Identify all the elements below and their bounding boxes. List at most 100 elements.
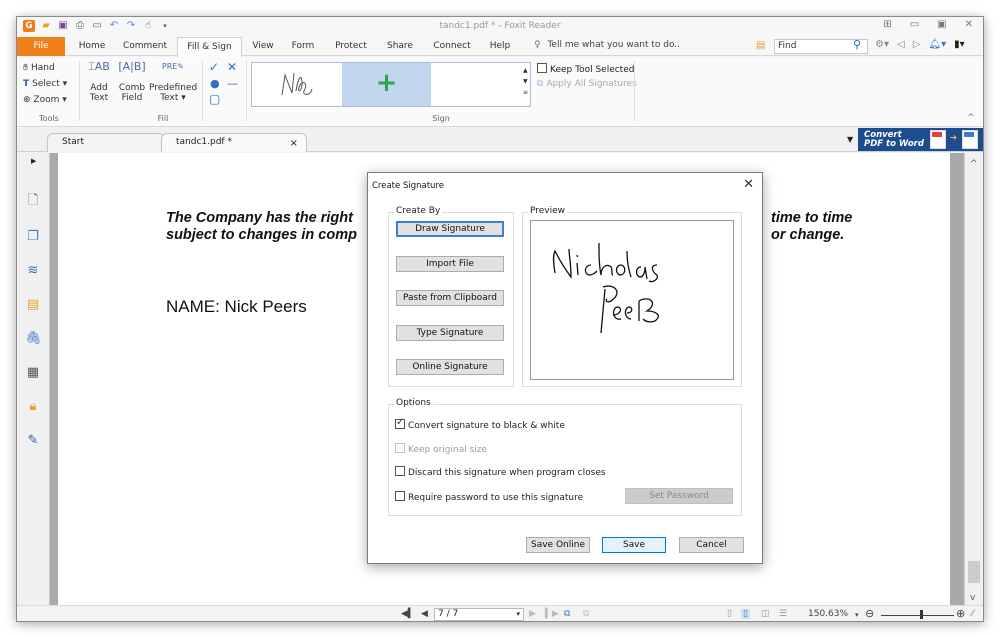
tab-view[interactable]: View bbox=[247, 37, 279, 56]
close-tab-icon[interactable]: × bbox=[290, 135, 298, 152]
expand-panel-icon[interactable]: ▶ bbox=[31, 157, 36, 165]
discard-on-close-option[interactable]: Discard this signature when program clos… bbox=[395, 466, 606, 478]
cross-icon[interactable]: ✕ bbox=[227, 60, 237, 74]
first-page-icon[interactable]: ◀▍ bbox=[401, 609, 415, 619]
settings-icon[interactable]: ⚙▾ bbox=[875, 39, 889, 50]
scroll-up-icon[interactable]: ^ bbox=[970, 159, 978, 169]
gallery-down-icon[interactable]: ▼ bbox=[523, 78, 528, 85]
resize-grip-icon[interactable]: ⁄⁄ bbox=[971, 609, 974, 619]
save-button[interactable]: Save bbox=[602, 537, 666, 553]
cancel-button[interactable]: Cancel bbox=[679, 537, 744, 553]
window-title: tandc1.pdf * - Foxit Reader bbox=[439, 21, 561, 31]
next-page-icon[interactable]: ▶ bbox=[529, 609, 536, 619]
pages-icon[interactable]: ❐ bbox=[25, 229, 41, 245]
checkbox-icon[interactable] bbox=[395, 491, 405, 501]
find-folder-icon[interactable]: ▤ bbox=[756, 40, 765, 51]
box-icon[interactable]: ▢ bbox=[209, 92, 220, 106]
account-icon[interactable]: ▮▾ bbox=[954, 39, 965, 50]
tab-start[interactable]: Start bbox=[47, 133, 165, 152]
continuous-facing-icon[interactable]: ☰ bbox=[779, 609, 787, 619]
zoom-slider-handle[interactable] bbox=[920, 610, 924, 619]
tab-connect[interactable]: Connect bbox=[427, 37, 477, 56]
vertical-scrollbar[interactable]: ^ v bbox=[964, 153, 983, 605]
notification-icon[interactable]: 🔔︎▾ bbox=[928, 39, 946, 50]
predefined-text-button[interactable]: PRE✎ Predefined Text ▾ bbox=[149, 62, 197, 103]
require-password-option[interactable]: Require password to use this signature bbox=[395, 491, 583, 503]
gallery-up-icon[interactable]: ▲ bbox=[523, 67, 528, 74]
tab-form[interactable]: Form bbox=[285, 37, 321, 56]
dot-icon[interactable]: ● bbox=[210, 77, 220, 90]
tab-share[interactable]: Share bbox=[382, 37, 418, 56]
draw-signature-button[interactable]: Draw Signature bbox=[396, 221, 504, 237]
tab-protect[interactable]: Protect bbox=[329, 37, 373, 56]
gallery-scroll[interactable]: ▲ ▼ ≡ bbox=[523, 65, 528, 98]
sign-group-label: Sign bbox=[432, 114, 450, 123]
tab-home[interactable]: Home bbox=[72, 37, 112, 56]
banner-dropdown-icon[interactable]: ▼ bbox=[847, 135, 853, 144]
security-icon[interactable]: 🔒︎ bbox=[25, 399, 41, 415]
zoom-out-icon[interactable]: ⊖ bbox=[865, 607, 874, 620]
previous-page-icon[interactable]: ◀ bbox=[421, 609, 428, 619]
check-icon[interactable]: ✓ bbox=[209, 60, 219, 74]
options-legend: Options bbox=[394, 398, 433, 408]
collapse-ribbon-icon[interactable]: ^ bbox=[967, 113, 975, 123]
checkbox-checked-icon[interactable] bbox=[395, 417, 405, 429]
previous-view-icon[interactable]: ⧉ bbox=[564, 609, 570, 619]
zoom-tool[interactable]: ⊕ Zoom ▾ bbox=[23, 95, 67, 105]
tab-fill-sign[interactable]: Fill & Sign bbox=[177, 37, 242, 57]
tab-tandc1-pdf[interactable]: tandc1.pdf * × bbox=[161, 133, 307, 152]
set-password-button: Set Password bbox=[625, 488, 733, 504]
forward-icon[interactable]: ▷ bbox=[913, 39, 921, 50]
back-icon[interactable]: ◁ bbox=[897, 39, 905, 50]
tab-comment[interactable]: Comment bbox=[117, 37, 173, 56]
dialog-close-icon[interactable]: ✕ bbox=[743, 177, 754, 192]
signature-thumbnail[interactable] bbox=[252, 63, 342, 106]
line-icon[interactable]: — bbox=[227, 77, 238, 90]
close-icon[interactable]: ✕ bbox=[965, 19, 973, 30]
select-tool[interactable]: T Select ▾ bbox=[23, 79, 67, 89]
tab-file[interactable]: File bbox=[17, 37, 65, 56]
search-icon[interactable]: ⚲ bbox=[853, 38, 861, 51]
save-online-button[interactable]: Save Online bbox=[526, 537, 590, 553]
hand-tool[interactable]: ✋︎ Hand bbox=[23, 63, 55, 73]
add-text-button[interactable]: ⌶AB Add Text bbox=[83, 61, 115, 103]
attachments-icon[interactable]: 🖇︎ bbox=[25, 331, 42, 347]
panel-splitter[interactable] bbox=[50, 153, 58, 605]
next-view-icon[interactable]: ⧉ bbox=[583, 609, 589, 619]
dialog-title: Create Signature bbox=[372, 181, 444, 191]
type-signature-button[interactable]: Type Signature bbox=[396, 325, 504, 341]
zoom-in-icon[interactable]: ⊕ bbox=[956, 607, 965, 620]
add-signature-button[interactable]: + bbox=[342, 63, 431, 106]
convert-pdf-to-word-banner[interactable]: Convert PDF to Word ➔ bbox=[858, 128, 983, 151]
scroll-thumb[interactable] bbox=[968, 561, 980, 583]
restore-icon[interactable]: ▣ bbox=[937, 19, 946, 30]
zoom-level[interactable]: 150.63% bbox=[808, 609, 848, 619]
convert-black-white-option[interactable]: Convert signature to black & white bbox=[395, 417, 565, 431]
comb-field-button[interactable]: [A|B] Comb Field bbox=[117, 61, 147, 103]
apply-all-signatures-button[interactable]: ⧉ Apply All Signatures bbox=[537, 79, 637, 89]
bookmark-icon[interactable]: 🗋︎ bbox=[25, 193, 41, 209]
tile-icon[interactable]: ⊞ bbox=[883, 19, 891, 30]
checkbox-icon[interactable] bbox=[395, 466, 405, 476]
layers-icon[interactable]: ≋ bbox=[25, 263, 41, 279]
gallery-more-icon[interactable]: ≡ bbox=[523, 89, 528, 96]
single-page-icon[interactable]: ▯ bbox=[727, 609, 732, 619]
minimize-icon[interactable]: ▭ bbox=[910, 19, 919, 30]
continuous-page-icon[interactable]: ▯ bbox=[741, 609, 750, 619]
zoom-dropdown-icon[interactable]: ▾ bbox=[855, 611, 859, 619]
zoom-slider[interactable] bbox=[881, 615, 954, 616]
last-page-icon[interactable]: ▍▶ bbox=[545, 609, 559, 619]
digital-id-icon[interactable]: ✎ bbox=[25, 433, 41, 449]
import-file-button[interactable]: Import File bbox=[396, 256, 504, 272]
scroll-down-icon[interactable]: v bbox=[970, 593, 975, 603]
paste-from-clipboard-button[interactable]: Paste from Clipboard bbox=[396, 290, 504, 306]
online-signature-button[interactable]: Online Signature bbox=[396, 359, 504, 375]
tell-me-search[interactable]: ♀ Tell me what you want to do.. bbox=[534, 40, 680, 50]
facing-pages-icon[interactable]: ◫ bbox=[761, 609, 770, 619]
tab-help[interactable]: Help bbox=[484, 37, 516, 56]
page-number-input[interactable]: 7 / 7 ▾ bbox=[434, 608, 524, 621]
page-dropdown-icon[interactable]: ▾ bbox=[516, 609, 520, 620]
signature-panel-icon[interactable]: ▦ bbox=[25, 365, 41, 381]
keep-tool-selected-checkbox[interactable]: Keep Tool Selected bbox=[537, 63, 634, 75]
comments-icon[interactable]: ▤ bbox=[25, 297, 41, 313]
